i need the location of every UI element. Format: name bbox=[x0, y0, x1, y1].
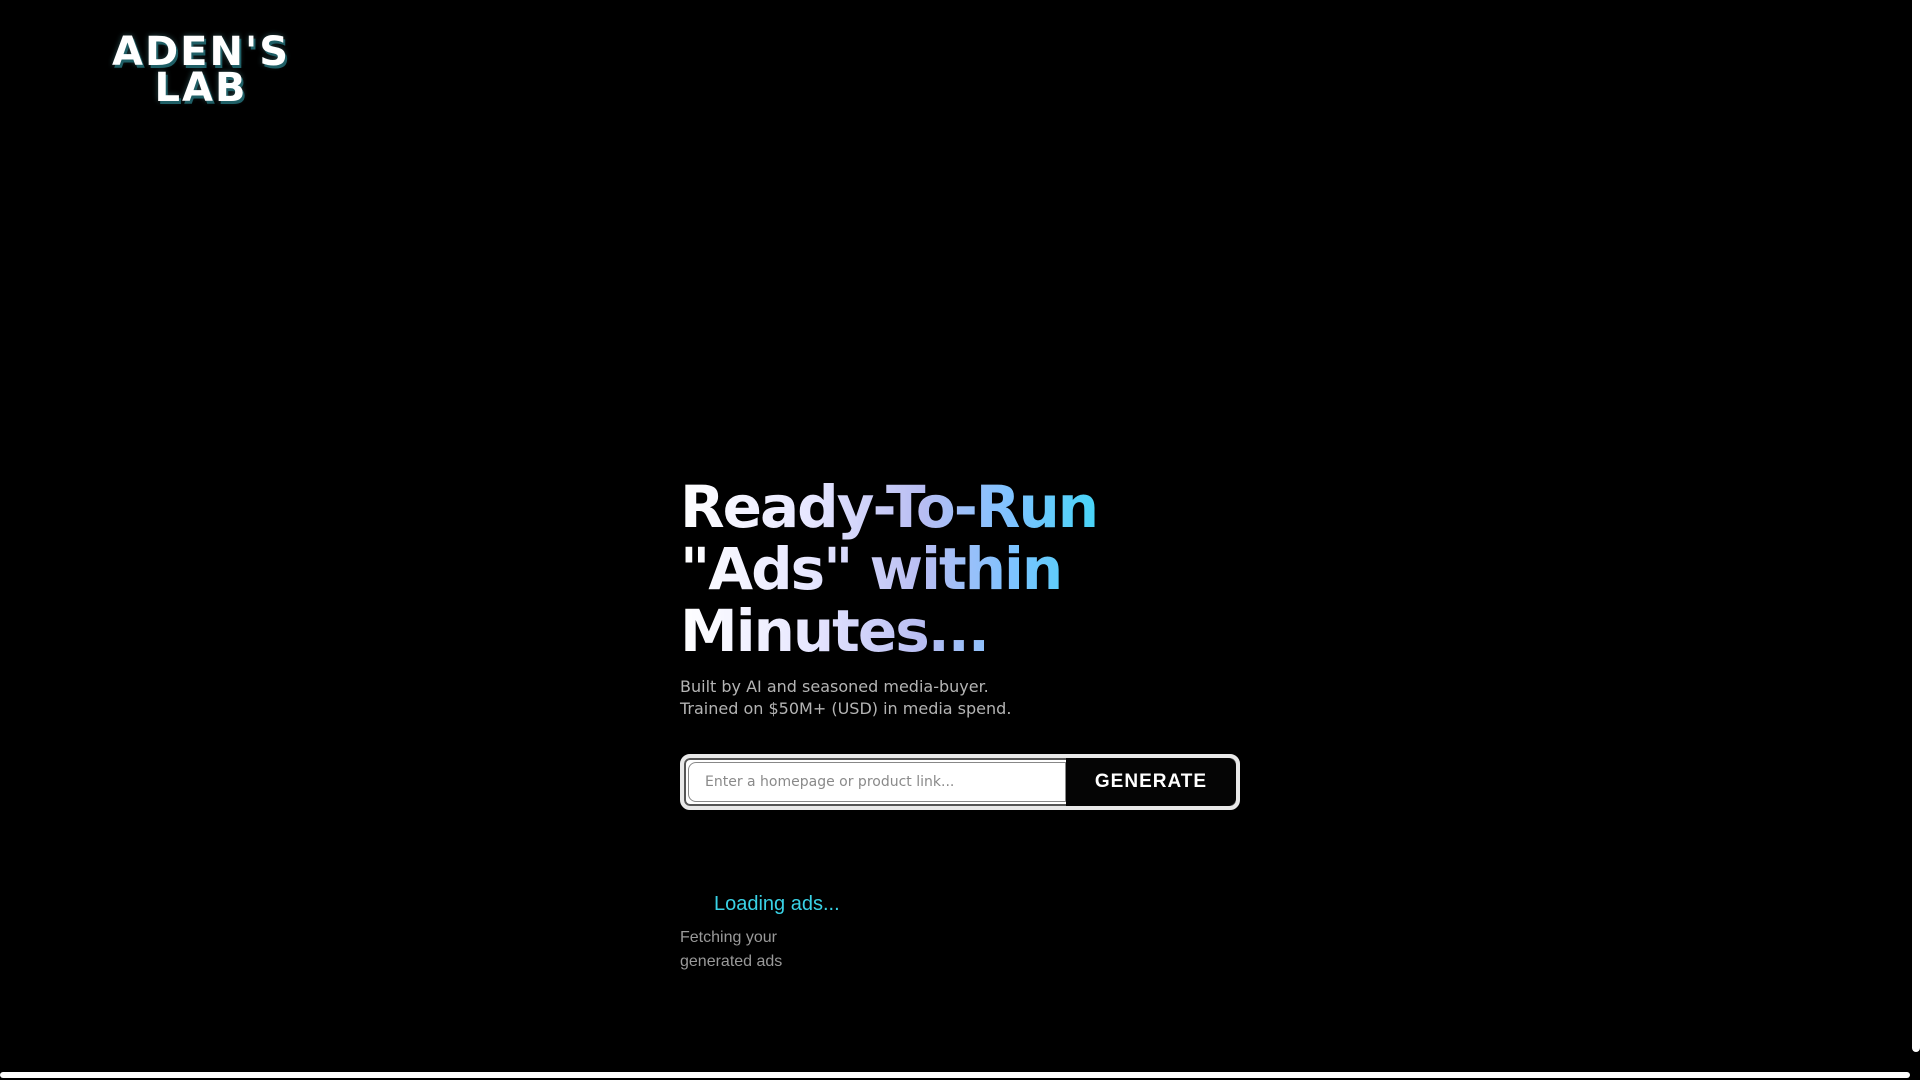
brand-logo-line2: LAB bbox=[154, 65, 248, 111]
brand-logo[interactable]: ADEN'S LAB bbox=[96, 32, 306, 111]
hero-subtitle: Built by AI and seasoned media-buyer. Tr… bbox=[680, 676, 1260, 720]
loading-status: Loading ads... Fetching your generated a… bbox=[680, 890, 880, 974]
loading-subtitle: Fetching your generated ads bbox=[680, 929, 783, 970]
hero-subtitle-line2: Trained on $50M+ (USD) in media spend. bbox=[680, 699, 1012, 718]
page: ADEN'S LAB Ready-To-Run "Ads" within Min… bbox=[0, 0, 1920, 1080]
horizontal-scrollbar-thumb[interactable] bbox=[0, 1072, 1910, 1078]
vertical-scrollbar-thumb[interactable] bbox=[1912, 0, 1920, 1052]
url-input[interactable] bbox=[688, 762, 1066, 802]
vertical-scrollbar[interactable] bbox=[1912, 0, 1920, 1080]
generate-button[interactable]: GENERATE bbox=[1066, 758, 1236, 806]
spinner-icon bbox=[684, 895, 702, 913]
loading-title-row: Loading ads... bbox=[680, 890, 880, 918]
hero-subtitle-line1: Built by AI and seasoned media-buyer. bbox=[680, 677, 989, 696]
hero-headline: Ready-To-Run "Ads" within Minutes... bbox=[680, 476, 1120, 662]
generate-form: GENERATE bbox=[680, 754, 1240, 810]
horizontal-scrollbar[interactable] bbox=[0, 1072, 1912, 1080]
hero-section: Ready-To-Run "Ads" within Minutes... Bui… bbox=[680, 476, 1260, 720]
loading-title: Loading ads... bbox=[714, 892, 840, 915]
